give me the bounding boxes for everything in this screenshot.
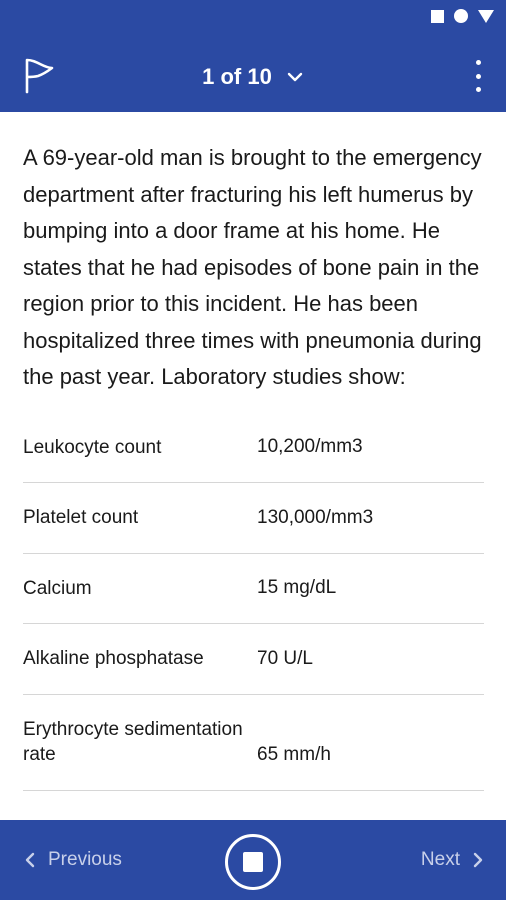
stop-icon [243, 852, 263, 872]
more-vert-icon-dot [475, 87, 481, 92]
triangle-icon [478, 9, 494, 23]
square-icon [431, 9, 444, 23]
lab-name: Calcium [23, 577, 92, 599]
app-bar: 1 of 10 [0, 36, 506, 112]
more-options-button[interactable] [468, 58, 488, 94]
circle-icon [454, 9, 468, 23]
table-row: Platelet count 130,000/mm3 [23, 483, 484, 554]
previous-label: Previous [48, 849, 122, 870]
lab-name: Erythrocyte sedimentation rate [23, 719, 243, 765]
lab-value: 65 mm/h [257, 744, 331, 765]
lab-name: Alkaline phosphatase [23, 648, 204, 670]
stop-button[interactable] [225, 834, 281, 890]
next-label: Next [420, 849, 460, 870]
status-bar [0, 0, 506, 36]
bottom-navigation: Previous Next [0, 820, 506, 900]
previous-button[interactable]: Previous [24, 849, 122, 871]
lab-value: 130,000/mm3 [257, 506, 374, 528]
more-vert-icon [475, 60, 481, 65]
chevron-left-icon [25, 852, 35, 868]
lab-results-table: Leukocyte count 10,200/mm3 Platelet coun… [23, 413, 484, 791]
chevron-down-icon [287, 72, 303, 82]
question-counter: 1 of 10 [0, 64, 506, 90]
more-vert-icon-dot [475, 73, 481, 79]
table-row: Erythrocyte sedimentation rate 65 mm/h [23, 695, 484, 791]
question-selector[interactable]: 1 of 10 [202, 64, 304, 90]
table-row: Calcium 15 mg/dL [23, 554, 484, 624]
lab-value: 10,200/mm3 [257, 436, 363, 458]
lab-name: Leukocyte count [23, 436, 162, 458]
question-text: A 69-year-old man is brought to the emer… [23, 145, 482, 389]
question-content: A 69-year-old man is brought to the emer… [0, 112, 506, 820]
counter-label: 1 of 10 [202, 64, 272, 89]
lab-name: Platelet count [23, 507, 139, 529]
lab-value: 15 mg/dL [257, 577, 337, 599]
table-row: Alkaline phosphatase 70 U/L [23, 624, 484, 695]
status-icons [431, 9, 494, 23]
next-button[interactable]: Next [421, 849, 484, 871]
table-row: Leukocyte count 10,200/mm3 [23, 413, 484, 483]
lab-value: 70 U/L [257, 647, 313, 669]
chevron-right-icon [473, 852, 483, 868]
